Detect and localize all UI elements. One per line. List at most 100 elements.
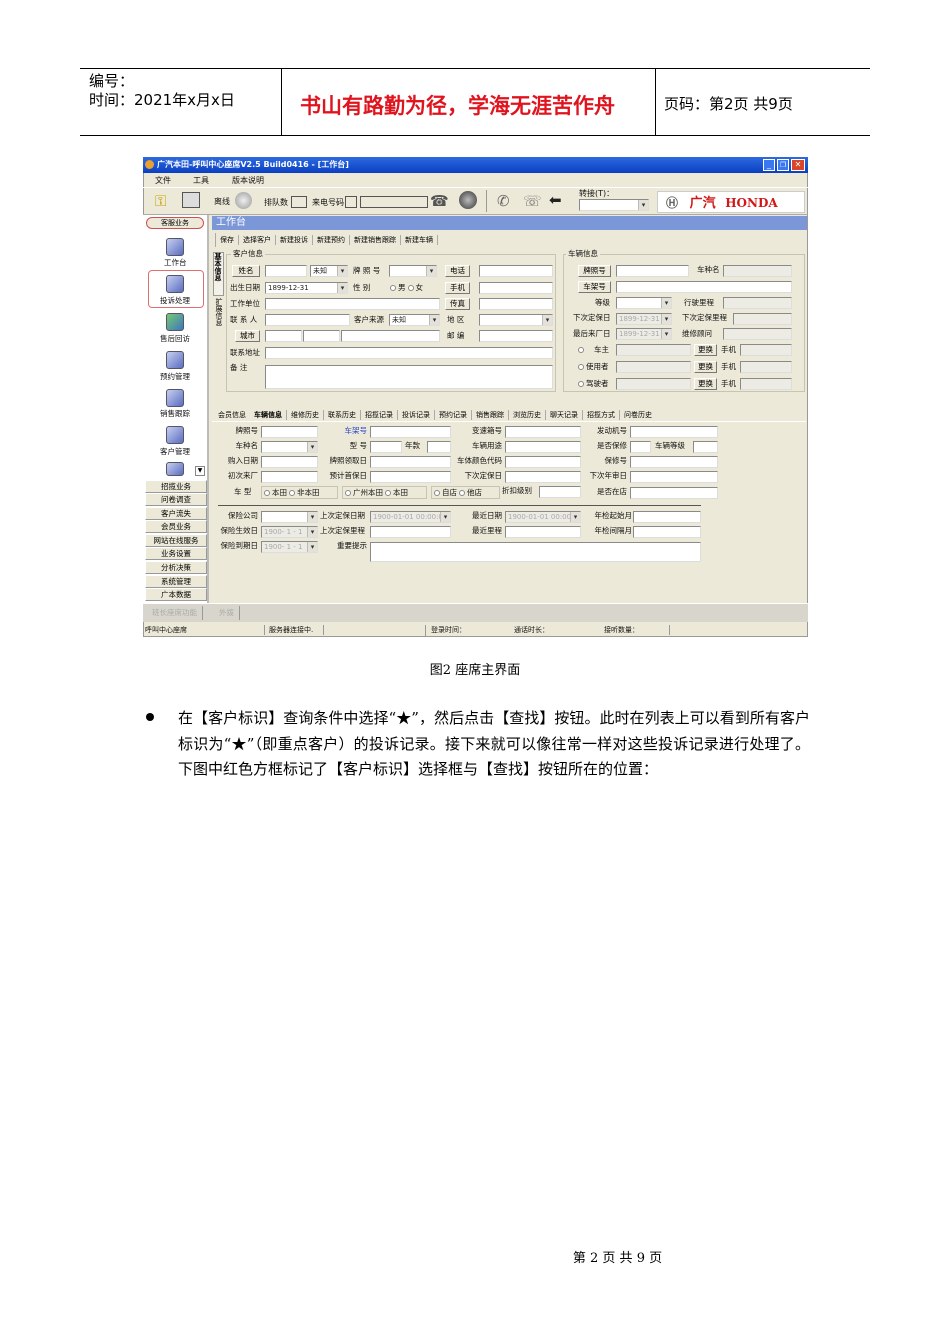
appointment-icon[interactable]	[166, 351, 184, 369]
advisor-input[interactable]	[723, 328, 792, 340]
vehicle-model-input[interactable]	[723, 265, 792, 277]
tab-contact-history[interactable]: 联系历史	[324, 409, 361, 420]
d-inspect-start-input[interactable]	[633, 511, 701, 523]
new-appointment-button[interactable]: 新建预约	[313, 235, 350, 245]
sidebar-item-data[interactable]: 广本数据	[145, 588, 207, 601]
d-first-visit-input[interactable]	[261, 471, 318, 483]
sidebar-item-analysis[interactable]: 分析决策	[145, 561, 207, 574]
d-next-inspect-input[interactable]	[630, 471, 718, 483]
speaker-icon[interactable]	[459, 191, 477, 209]
last-visit-select[interactable]: 1899-12-31	[616, 328, 672, 340]
d-recent-mileage-input[interactable]	[505, 526, 581, 538]
phone-input[interactable]	[479, 265, 553, 277]
sidebar-sales[interactable]: 销售跟踪	[160, 409, 190, 419]
outbound-button[interactable]: 外拨	[214, 606, 240, 620]
d-last-service-date-select[interactable]: 1900-01-01 00:00:0	[370, 511, 451, 523]
d-recent-date-select[interactable]: 1900-01-01 00:00	[505, 511, 581, 523]
sidebar-appointment[interactable]: 预约管理	[160, 372, 190, 382]
next-service-mileage-input[interactable]	[733, 313, 792, 325]
d-insurer-select[interactable]	[261, 511, 318, 523]
sidebar-customer[interactable]: 客户管理	[160, 447, 190, 457]
new-vehicle-button[interactable]: 新建车辆	[401, 235, 438, 245]
tab-survey-history[interactable]: 问卷历史	[620, 410, 656, 420]
zip-input[interactable]	[479, 330, 553, 342]
d-ins-start-select[interactable]: 1900- 1 - 1	[261, 526, 318, 538]
name-button[interactable]: 姓名	[232, 265, 260, 277]
tab-sales-track[interactable]: 销售跟踪	[472, 409, 509, 420]
name-title-select[interactable]: 未知	[310, 265, 348, 277]
d-notice-textarea[interactable]	[370, 542, 701, 562]
user-mobile-input[interactable]	[740, 361, 792, 373]
contact-input[interactable]	[265, 314, 350, 326]
remark-textarea[interactable]	[265, 365, 553, 389]
login-icon[interactable]	[182, 192, 200, 208]
hold-icon[interactable]: ☏	[523, 192, 542, 210]
tab-vehicle[interactable]: 车辆信息	[250, 409, 287, 420]
sidebar-item-solicit[interactable]: 招揽业务	[145, 480, 207, 493]
menu-file[interactable]: 文件	[155, 176, 171, 186]
province-input[interactable]	[265, 330, 302, 342]
plate-select[interactable]	[389, 265, 437, 277]
driver-input[interactable]	[616, 378, 691, 390]
supervisor-button[interactable]: 班长座席功能	[147, 606, 203, 620]
grade-select[interactable]	[616, 297, 672, 309]
d-type-input[interactable]	[370, 441, 402, 453]
non-honda-radio[interactable]: 非本田	[297, 488, 320, 497]
vehicle-plate-button[interactable]: 牌照号	[578, 265, 611, 277]
gz-honda-radio[interactable]: 广州本田	[353, 488, 383, 497]
own-store-radio[interactable]: 自店	[442, 488, 457, 497]
minimize-button[interactable]: _	[763, 159, 775, 171]
sidebar-item-member[interactable]: 会员业务	[145, 520, 207, 533]
fax-button[interactable]: 传真	[445, 298, 470, 310]
d-inspect-interval-input[interactable]	[633, 526, 701, 538]
sidebar-aftersales[interactable]: 售后回访	[160, 334, 190, 344]
source-select[interactable]: 未知	[389, 314, 440, 326]
d-ins-end-select[interactable]: 1900- 1 - 1	[261, 541, 318, 553]
tab-repair-history[interactable]: 维修历史	[287, 409, 324, 420]
hangup-icon[interactable]: ✆	[497, 192, 510, 210]
d-color-input[interactable]	[505, 456, 581, 468]
customer-icon[interactable]	[166, 426, 184, 444]
new-sales-track-button[interactable]: 新建销售跟踪	[350, 235, 401, 245]
d-year-input[interactable]	[427, 441, 451, 453]
close-button[interactable]: ✕	[791, 159, 805, 171]
gender-radios[interactable]: 男女	[388, 282, 423, 294]
phone-icon[interactable]: ☎	[430, 192, 449, 210]
smiley-icon[interactable]	[235, 192, 252, 209]
female-radio-label[interactable]: 女	[416, 283, 424, 292]
d-next-service-input[interactable]	[505, 471, 581, 483]
sidebar-complaint[interactable]: 投诉处理	[160, 296, 190, 306]
mobile-input[interactable]	[479, 282, 553, 294]
tab-appointment-record[interactable]: 预约记录	[435, 409, 472, 420]
user-radio[interactable]: 使用者	[576, 361, 609, 373]
sidebar-item-settings[interactable]: 业务设置	[145, 547, 207, 560]
owner-input[interactable]	[616, 344, 691, 356]
mobile-button[interactable]: 手机	[445, 282, 470, 294]
area-select[interactable]	[479, 314, 553, 326]
vehicle-plate-input[interactable]	[616, 265, 689, 277]
menu-version[interactable]: 版本说明	[232, 176, 264, 186]
mileage-input[interactable]	[723, 297, 792, 309]
aftersales-icon[interactable]	[166, 313, 184, 331]
tab-chat-record[interactable]: 聊天记录	[546, 409, 583, 420]
more-icon[interactable]	[166, 462, 184, 476]
workbench-icon[interactable]	[166, 238, 184, 256]
honda-radio[interactable]: 本田	[272, 488, 287, 497]
d-gearbox-input[interactable]	[505, 426, 581, 438]
city-button[interactable]: 城市	[235, 330, 260, 342]
d-in-store-input[interactable]	[630, 487, 718, 499]
new-complaint-button[interactable]: 新建投诉	[276, 235, 313, 245]
save-button[interactable]: 保存	[216, 235, 239, 245]
sidebar-item-system[interactable]: 系统管理	[145, 575, 207, 588]
d-last-service-mileage-input[interactable]	[370, 526, 451, 538]
user-change-button[interactable]: 更换	[694, 361, 717, 373]
owner-mobile-input[interactable]	[740, 344, 792, 356]
next-service-date-select[interactable]: 1899-12-31	[616, 313, 672, 325]
d-vin-input[interactable]	[370, 426, 451, 438]
tab-solicit-method[interactable]: 招揽方式	[583, 409, 620, 420]
other-store-radio[interactable]: 他店	[467, 488, 482, 497]
user-input[interactable]	[616, 361, 691, 373]
tab-browse-history[interactable]: 浏览历史	[509, 409, 546, 420]
d-warranty-no-input[interactable]	[630, 456, 718, 468]
sales-icon[interactable]	[166, 389, 184, 407]
